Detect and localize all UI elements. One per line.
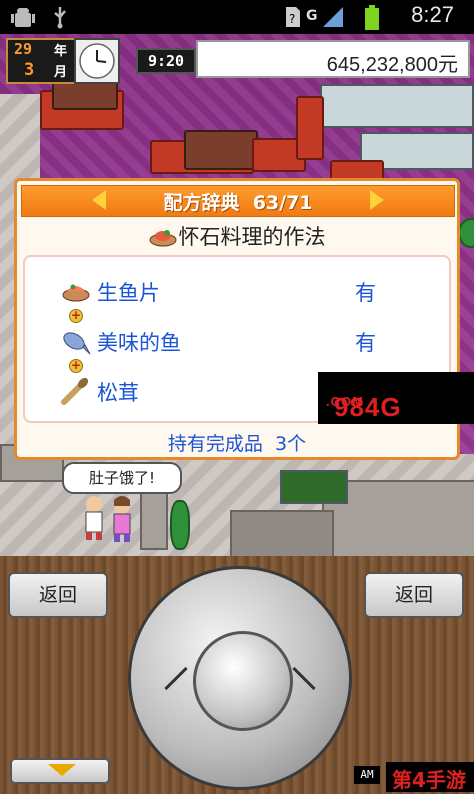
ingredient-name: 松茸 [97,381,139,405]
watermark: 984G .COM [318,372,474,424]
usb-icon [54,7,66,29]
dictionary-title: 配方辞典 [163,192,240,214]
outdoor-table [280,470,348,504]
game-time: 9:20 [136,48,196,74]
year-value: 29 [14,40,33,58]
back-button-left[interactable]: 返回 [8,572,108,618]
stone-pillar [140,490,168,550]
sashimi-icon [62,284,90,302]
completed-label: 持有完成品 [167,433,263,455]
status-bar: ? G 8:27 [0,0,474,34]
dining-table [184,130,258,170]
dialog-header: 配方辞典 63/71 [21,185,455,217]
clock-icon [74,38,120,84]
month-value: 3 [24,60,35,80]
matsutake-icon [61,377,89,405]
ingredient-name: 生鱼片 [97,281,160,305]
shrub [170,500,190,550]
dish-icon [149,230,176,247]
money-value: 645,232,800元 [326,54,458,76]
back-button-right[interactable]: 返回 [364,572,464,618]
site-logo: 第4手游 [386,762,474,792]
directional-pad[interactable] [128,566,352,790]
date-display: 29 年 3 月 [6,38,76,84]
menu-down-button[interactable] [10,758,110,784]
stone-pillar [230,510,334,556]
ingredient-status: 有 [355,331,376,355]
customer-character [85,496,103,540]
next-arrow-icon[interactable] [370,190,384,210]
watermark-text: 984G [334,392,402,422]
money-display: 645,232,800元 [196,40,470,78]
plus-icon: + [69,358,83,373]
sofa [296,96,324,160]
svg-text:?: ? [289,12,295,26]
down-arrow-icon [48,764,76,776]
recipe-name: 怀石料理的作法 [178,225,326,249]
dpad-divider [164,666,188,691]
dialog-title: 配方辞典 63/71 [22,188,454,215]
ingredient-name: 美味的鱼 [97,331,181,355]
dpad-center-button[interactable] [193,631,293,731]
ingredient-row: 美味的鱼 有 + [61,327,421,373]
month-label: 月 [54,65,68,80]
no-sim-icon: ? [286,7,300,27]
battery-icon [365,5,379,30]
completed-dish-count: 持有完成品 3个 [17,429,457,456]
potted-plant [458,218,474,248]
plus-icon: + [69,308,83,323]
completed-count: 3个 [275,433,307,455]
logo-text: 第4手游 [392,768,466,792]
fish-icon [63,332,91,355]
status-time: 8:27 [411,2,454,27]
android-debug-icon [11,8,35,27]
dpad-divider [292,666,316,691]
speech-bubble: 肚子饿了! [62,462,182,494]
am-badge: AM [354,766,380,784]
network-type-label: G [306,8,318,24]
ingredient-status: 有 [355,281,376,305]
signal-icon [323,7,343,27]
customer-character [113,496,131,542]
recipe-title: 怀石料理的作法 [17,221,457,251]
counter-table [320,84,474,128]
year-label: 年 [54,44,68,59]
dictionary-count: 63/71 [252,192,313,214]
ingredient-row: 生鱼片 有 + [61,277,421,323]
